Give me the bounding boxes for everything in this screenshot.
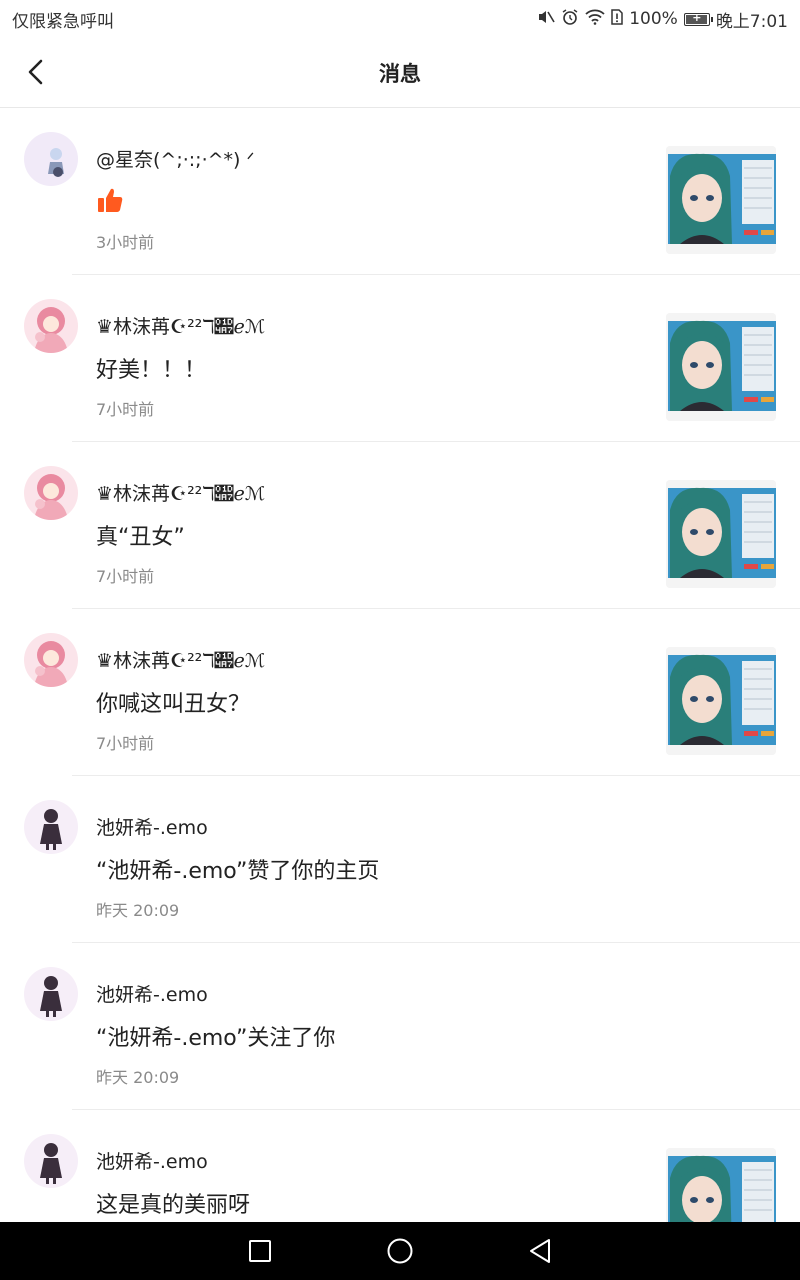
message-username[interactable]: 池妍希-.emo [96,981,636,1009]
message-time: 昨天 20:09 [96,1068,180,1087]
message-time: 7小时前 [96,400,155,419]
sim-alert-icon [611,9,623,29]
home-circle-icon [387,1238,413,1264]
message-text: 这是真的美丽呀 [96,1193,251,1218]
status-time: 晚上7:01 [715,11,788,32]
user-avatar[interactable] [24,299,78,353]
message-time: 昨天 20:09 [96,901,180,920]
post-thumbnail[interactable] [666,146,776,254]
message-username[interactable]: ♛林沫苒☪︎²²ℸ𝒧ℯℳ [96,480,636,508]
message-username[interactable]: @星奈(^;·:;·^*) ᐟ [96,146,636,174]
message-list[interactable]: @星奈(^;·:;·^*) ᐟ 3小时前 ♛林沫苒☪︎²²ℸ𝒧ℯℳ 好美！！！ 7小时前… [0,108,800,1222]
post-thumbnail[interactable] [666,313,776,421]
message-item[interactable]: ♛林沫苒☪︎²²ℸ𝒧ℯℳ 真“丑女” 7小时前 [0,442,800,609]
status-bar: 仅限紧急呼叫 100% + 晚上7:01 [0,0,800,38]
message-item[interactable]: 池妍希-.emo “池妍希-.emo”赞了你的主页昨天 20:09 [0,776,800,943]
message-text: 好美！！！ [96,358,207,383]
message-content: ♛林沫苒☪︎²²ℸ𝒧ℯℳ 真“丑女” 7小时前 [96,480,636,588]
message-text: 你喊这叫丑女？ [96,692,251,717]
wifi-icon [585,9,605,29]
charging-icon: + [692,10,702,24]
user-avatar[interactable] [24,132,78,186]
message-content: ♛林沫苒☪︎²²ℸ𝒧ℯℳ 好美！！！ 7小时前 [96,313,636,421]
status-icons: 100% + 晚上7:01 [537,7,788,32]
user-avatar[interactable] [24,633,78,687]
page-title: 消息 [379,62,421,86]
system-nav-bar [0,1222,800,1280]
message-content: 池妍希-.emo 这是真的美丽呀 [96,1148,636,1222]
message-time: 3小时前 [96,233,155,252]
home-button[interactable] [380,1231,420,1271]
message-username[interactable]: ♛林沫苒☪︎²²ℸ𝒧ℯℳ [96,313,636,341]
user-avatar[interactable] [24,466,78,520]
battery-icon: + [683,10,713,26]
message-username[interactable]: 池妍希-.emo [96,814,636,842]
user-avatar[interactable] [24,967,78,1021]
message-item[interactable]: 池妍希-.emo “池妍希-.emo”关注了你昨天 20:09 [0,943,800,1110]
user-avatar[interactable] [24,1134,78,1188]
post-thumbnail[interactable] [666,1148,776,1222]
message-content: 池妍希-.emo “池妍希-.emo”赞了你的主页昨天 20:09 [96,814,636,922]
message-content: 池妍希-.emo “池妍希-.emo”关注了你昨天 20:09 [96,981,636,1089]
post-thumbnail[interactable] [666,480,776,588]
user-avatar[interactable] [24,800,78,854]
back-triangle-icon [530,1239,550,1263]
message-item[interactable]: ♛林沫苒☪︎²²ℸ𝒧ℯℳ 好美！！！ 7小时前 [0,275,800,442]
message-username[interactable]: ♛林沫苒☪︎²²ℸ𝒧ℯℳ [96,647,636,675]
message-item[interactable]: ♛林沫苒☪︎²²ℸ𝒧ℯℳ 你喊这叫丑女？ 7小时前 [0,609,800,776]
post-thumbnail[interactable] [666,647,776,755]
like-thumb-icon [98,188,123,212]
recents-button[interactable] [240,1231,280,1271]
message-content: @星奈(^;·:;·^*) ᐟ 3小时前 [96,146,636,254]
message-text: “池妍希-.emo”赞了你的主页 [96,859,380,884]
mute-icon [537,9,555,29]
message-content: ♛林沫苒☪︎²²ℸ𝒧ℯℳ 你喊这叫丑女？ 7小时前 [96,647,636,755]
message-text: “池妍希-.emo”关注了你 [96,1026,336,1051]
message-item[interactable]: 池妍希-.emo 这是真的美丽呀 [0,1110,800,1222]
message-time: 7小时前 [96,567,155,586]
carrier-status-text: 仅限紧急呼叫 [12,11,114,32]
battery-percent: 100% [629,9,678,29]
alarm-icon [561,8,579,30]
title-bar: 消息 [0,38,800,108]
system-back-button[interactable] [520,1231,560,1271]
like-indicator [96,186,636,226]
recents-square-icon [249,1240,271,1262]
message-text: 真“丑女” [96,525,185,550]
message-item[interactable]: @星奈(^;·:;·^*) ᐟ 3小时前 [0,108,800,275]
message-time: 7小时前 [96,734,155,753]
message-username[interactable]: 池妍希-.emo [96,1148,636,1176]
